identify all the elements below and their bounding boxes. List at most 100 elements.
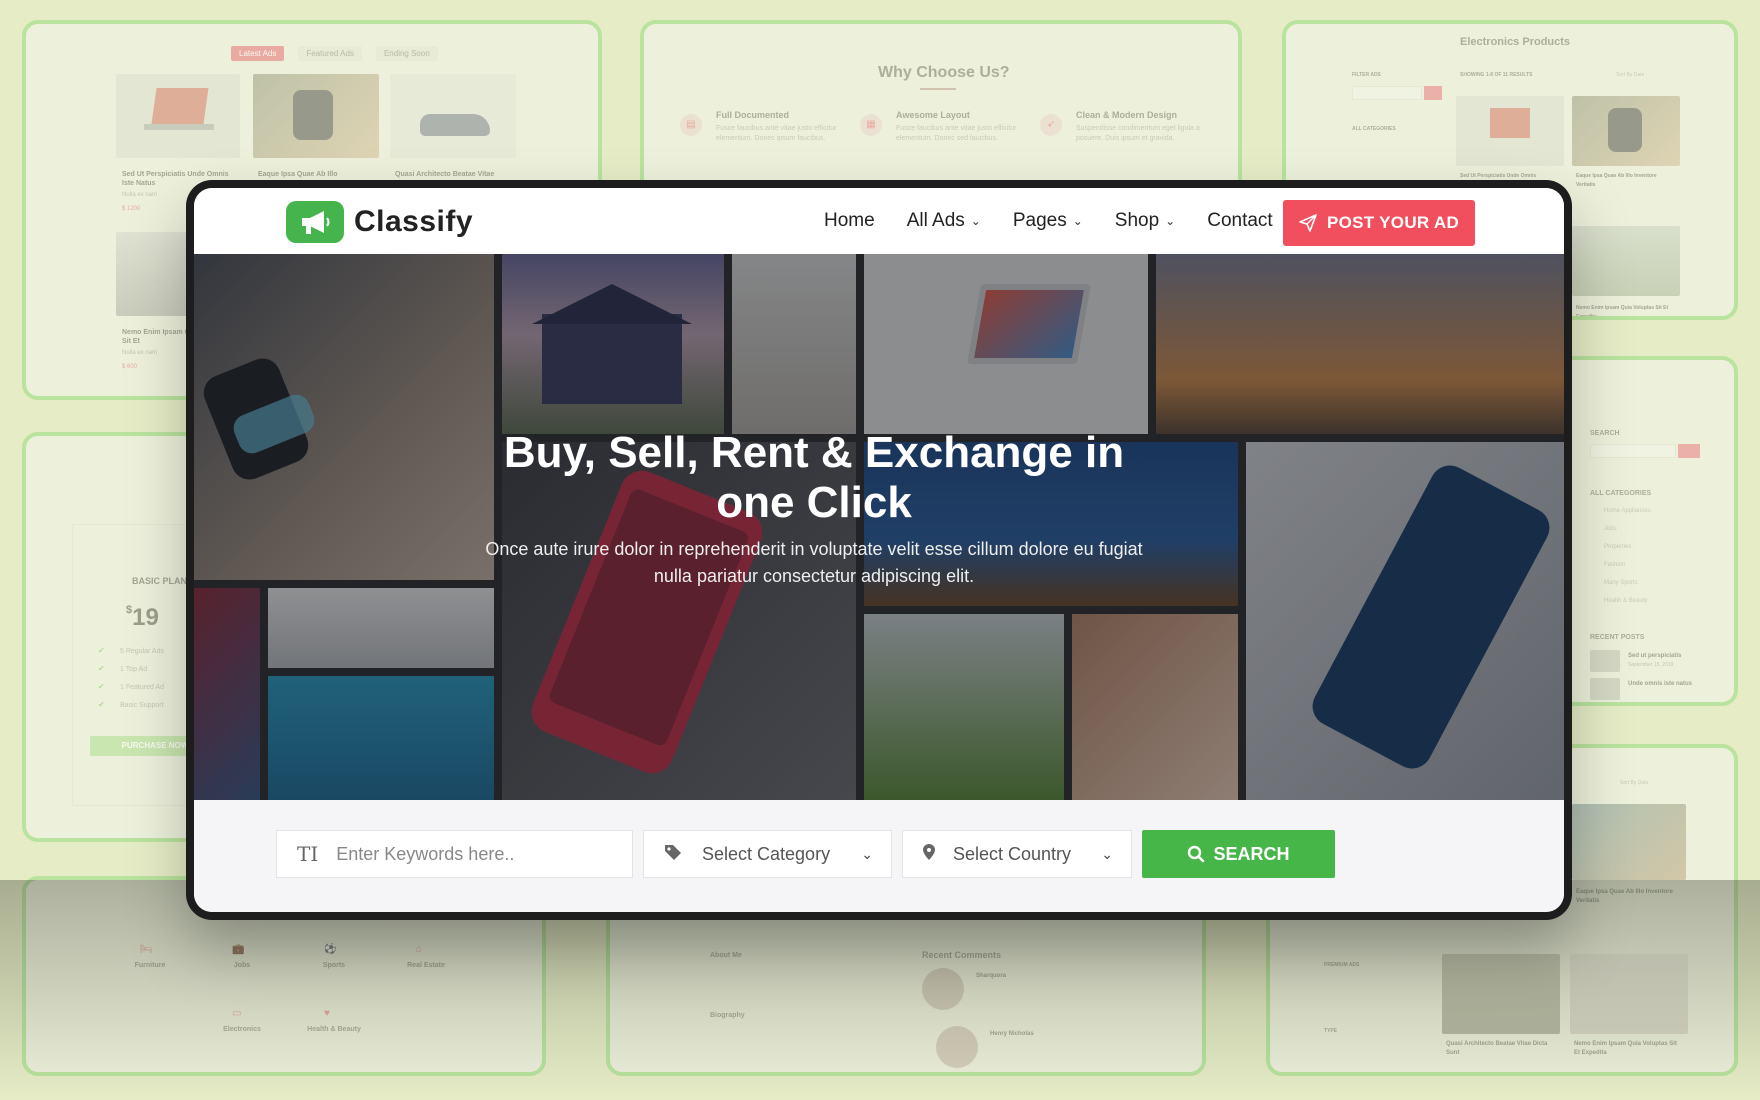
bg-thumb-shoe <box>390 74 516 158</box>
bg-shop-premium: PREMIUM ADS <box>1324 962 1360 968</box>
chevron-down-icon: ⌄ <box>970 214 981 228</box>
bg-shop-thumb-2 <box>1442 954 1560 1034</box>
nav-pages[interactable]: Pages ⌄ <box>1013 210 1083 232</box>
bg-blog-comments: Recent Comments <box>922 950 1002 960</box>
bg-why-underline <box>920 88 956 90</box>
bg-side-cat-2: Jobs <box>1604 526 1617 532</box>
bg-elec-filter: FILTER ADS <box>1352 72 1381 78</box>
bg-ad-sub-1: Nulla ex nam <box>122 192 158 198</box>
search-icon <box>1188 845 1205 863</box>
bg-shop-sort: Sort By Date <box>1620 780 1649 786</box>
bg-plan-price: $19 <box>126 604 159 631</box>
bg-blog-bio: Biography <box>710 1012 745 1019</box>
bg-elec-filter-input <box>1352 86 1422 100</box>
bg-side-post-1-date: September 15, 2019 <box>1628 662 1674 668</box>
bg-cat-bed-icon: 🛏 <box>140 944 153 955</box>
bg-ad-price-1: $ 1200 <box>122 206 141 212</box>
bg-cat-home-icon: ⌂ <box>416 944 423 955</box>
bg-elec-showing: SHOWING 1-8 OF 11 RESULTS <box>1460 72 1533 78</box>
bg-side-cat-3: Properties <box>1604 544 1632 550</box>
bg-plan-feat-2: 1 Top Ad <box>120 666 148 673</box>
nav-menu: Home All Ads ⌄ Pages ⌄ Shop ⌄ Contact <box>824 188 1273 254</box>
bg-elec-thumb-watch <box>1572 96 1680 166</box>
bg-ad-price-4: $ 600 <box>122 364 138 370</box>
bg-side-recent: RECENT POSTS <box>1590 634 1645 641</box>
bg-ad-title-4: Nemo Enim Ipsam Q Sit Et <box>122 329 191 345</box>
nav-home[interactable]: Home <box>824 210 875 232</box>
nav-all-ads[interactable]: All Ads ⌄ <box>907 210 981 232</box>
bg-cat-heart-icon: ♥ <box>324 1008 330 1019</box>
bg-cat-label-5: Electronics <box>223 1026 261 1033</box>
bg-elec-allcat: ALL CATEGORIES <box>1352 126 1396 132</box>
nav-shop[interactable]: Shop ⌄ <box>1115 210 1175 232</box>
bg-side-post-2: Unde omnis iste natus <box>1628 681 1693 687</box>
bg-cat-briefcase-icon: 💼 <box>232 944 245 955</box>
hero-title: Buy, Sell, Rent & Exchange in one Click <box>503 428 1125 527</box>
bg-shop-ad-1: Eaque Ipsa Quae Ab Illo Inventore Verita… <box>1576 889 1673 904</box>
chevron-down-icon: ⌄ <box>1165 214 1176 228</box>
bg-plan-feat-3: 1 Featured Ad <box>120 684 164 691</box>
bg-why-doc-icon: ▤ <box>680 114 702 136</box>
bg-elec-sort: Sort By Date <box>1616 72 1645 78</box>
bg-side-cat-6: Health & Beauty <box>1604 598 1648 604</box>
bg-side-cat-5: Many Sports <box>1604 580 1638 586</box>
tags-icon <box>664 843 684 866</box>
bg-elec-filter-btn <box>1424 86 1442 100</box>
bg-shop-thumb-1 <box>1572 804 1686 880</box>
hero-banner: Buy, Sell, Rent & Exchange in one Click … <box>194 254 1564 800</box>
text-cursor-icon: TⅠ <box>297 842 319 866</box>
bg-side-search: SEARCH <box>1590 430 1620 437</box>
bg-shop-thumb-3 <box>1570 954 1688 1034</box>
bg-shop-ad-3: Nemo Enim Ipsam Quia Voluptas Sit Et Exp… <box>1574 1041 1677 1056</box>
bg-elec-title: Electronics Products <box>1460 36 1571 48</box>
bg-elec-ad-3: Nemo Enim Ipsam Quia Voluptas Sit Et Exp… <box>1576 305 1669 320</box>
bg-plan-feat-1: 5 Regular Ads <box>120 648 164 655</box>
bg-side-cat-4: Fashion <box>1604 562 1626 568</box>
nav-contact[interactable]: Contact <box>1207 210 1272 232</box>
bg-thumb-watch <box>253 74 379 158</box>
bg-side-post-1: Sed ut perspiciatis <box>1628 653 1682 659</box>
bg-why-title: Why Choose Us? <box>878 64 1010 81</box>
browser-window: Classify Home All Ads ⌄ Pages ⌄ Shop ⌄ Cont… <box>186 180 1572 920</box>
paper-plane-icon <box>1299 214 1317 232</box>
bg-cat-label-1: Furniture <box>134 962 166 969</box>
bg-thumb-laptop <box>116 74 240 158</box>
bg-why-item-2: Awesome Layout Fusce faucibus ante vitae… <box>896 110 1017 142</box>
post-ad-button[interactable]: POST YOUR AD <box>1283 200 1475 246</box>
bg-plan-feat-4: Basic Support <box>120 702 164 709</box>
bg-blog-commenter-2: Henry Nicholas <box>990 1031 1034 1037</box>
keyword-field[interactable]: TⅠ Enter Keywords here.. <box>276 830 633 878</box>
chevron-down-icon: ⌄ <box>861 845 873 862</box>
bg-elec-thumb-laptop <box>1456 96 1564 166</box>
hero-subtitle: Once aute irure dolor in reprehenderit i… <box>485 539 1143 586</box>
bg-why-layout-icon: ▦ <box>860 114 882 136</box>
bg-ad-title-2: Eaque Ipsa Quae Ab Illo <box>258 171 338 178</box>
category-select[interactable]: Select Category ⌄ <box>643 830 892 878</box>
chevron-down-icon: ⌄ <box>1101 845 1113 862</box>
bg-cat-monitor-icon: ▭ <box>232 1008 242 1019</box>
search-button[interactable]: SEARCH <box>1142 830 1335 878</box>
bg-card-blog: About Me Biography Recent Comments Sharq… <box>606 900 1206 1076</box>
bg-tab-latest: Latest Ads <box>231 46 285 61</box>
bg-cat-label-3: Sports <box>322 962 346 969</box>
bg-plan-label: BASIC PLAN <box>132 576 188 586</box>
bg-why-item-1: Full Documented Fusce faucibus ante vita… <box>716 110 837 142</box>
bg-ad-sub-4: Nulla ex nam <box>122 350 158 356</box>
country-select[interactable]: Select Country ⌄ <box>902 830 1132 878</box>
bg-tab-featured: Featured Ads <box>298 46 362 61</box>
search-bar: TⅠ Enter Keywords here.. Select Category… <box>194 800 1564 912</box>
bg-blog-commenter-1: Sharquora <box>976 973 1007 979</box>
bg-elec-ad-2: Eaque Ipsa Quae Ab Illo Inventore Verita… <box>1576 173 1657 188</box>
keyword-placeholder: Enter Keywords here.. <box>336 843 515 864</box>
site-screen: Classify Home All Ads ⌄ Pages ⌄ Shop ⌄ Cont… <box>194 188 1564 912</box>
logo-text: Classify <box>354 205 474 238</box>
bg-cat-label-2: Jobs <box>233 962 251 969</box>
bg-side-search-btn <box>1678 444 1700 458</box>
map-pin-icon <box>923 843 935 866</box>
bg-side-allcat: ALL CATEGORIES <box>1590 490 1652 497</box>
chevron-down-icon: ⌄ <box>1072 214 1083 228</box>
bg-side-search-input <box>1590 444 1676 458</box>
megaphone-icon <box>286 201 344 243</box>
logo[interactable]: Classify <box>286 201 473 243</box>
bg-ad-title-3: Quasi Architecto Beatae Vitae <box>395 171 495 178</box>
